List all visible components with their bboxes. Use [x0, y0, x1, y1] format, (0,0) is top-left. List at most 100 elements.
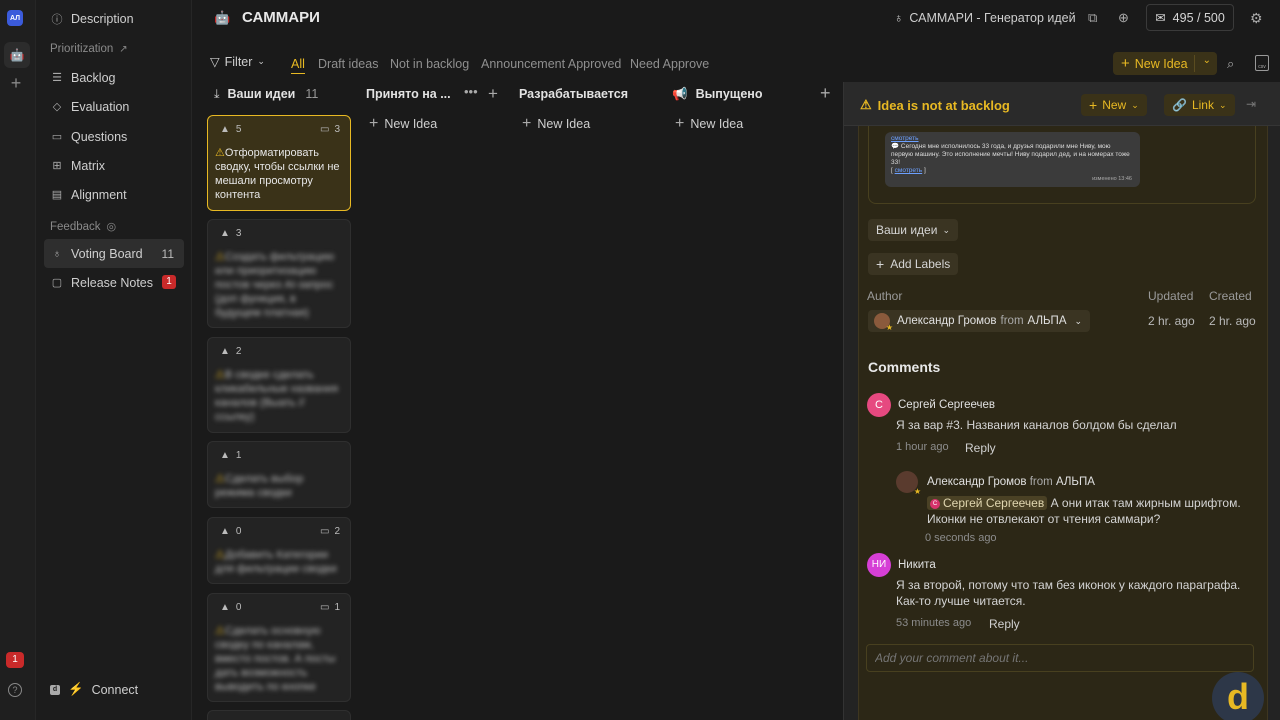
reply-button[interactable]: Reply [965, 441, 996, 455]
idea-card[interactable]: ▲ 0 ▭ 1 ⚠Сделать основную сводку по канала… [207, 593, 351, 702]
idea-text: ⚠В сводке сделать кликабельные названия … [215, 368, 343, 424]
add-project-icon[interactable]: + [8, 74, 24, 92]
vote-count[interactable]: ▲ 2 [220, 346, 241, 357]
sidebar-item-evaluation[interactable]: ◇ Evaluation [44, 92, 184, 121]
panel-header: ⚠ Idea is not at backlog + New ⌄ 🔗 Link … [844, 82, 1280, 126]
new-label: New [1102, 98, 1127, 112]
sidebar-item-label: Questions [71, 129, 128, 144]
new-button[interactable]: + New ⌄ [1081, 94, 1147, 116]
column-new-idea-button[interactable]: + New Idea [522, 115, 591, 132]
voting-board-count: 11 [161, 246, 174, 261]
avatar: НИ [867, 553, 891, 577]
sidebar-item-voting-board[interactable]: ♁ Voting Board 11 [44, 239, 184, 268]
add-column-item-icon[interactable]: + [488, 84, 498, 104]
section-label: Prioritization [50, 43, 114, 55]
plus-icon: + [522, 115, 532, 132]
tab-all[interactable]: All [291, 57, 305, 74]
vote-number: 0 [235, 602, 242, 613]
add-column-icon[interactable]: + [820, 84, 831, 102]
sidebar-item-alignment[interactable]: ▤ Alignment [44, 180, 184, 209]
more-options-icon[interactable]: ••• [464, 84, 478, 99]
vote-count[interactable]: ▲ 5 [220, 124, 241, 135]
vote-count[interactable]: ▲ 0 [220, 602, 241, 613]
sidebar-item-backlog[interactable]: ☰ Backlog [44, 63, 184, 92]
chevron-down-icon[interactable]: ⌄ [1203, 55, 1211, 66]
external-link-icon[interactable]: ↗ [119, 44, 127, 55]
user-mention[interactable]: С Сергей Сергеечев [927, 496, 1048, 510]
globe-icon[interactable]: ⊕ [1118, 10, 1129, 26]
list-icon: ☰ [52, 72, 62, 84]
sidebar-section-feedback: Feedback ◎ [50, 220, 116, 234]
tab-not-in-backlog[interactable]: Not in backlog [390, 57, 469, 71]
status-value: Ваши идеи [876, 223, 938, 237]
add-labels-button[interactable]: + Add Labels [868, 253, 959, 275]
sidebar-item-questions[interactable]: ▭ Questions [44, 122, 184, 151]
idea-card[interactable]: ▲ 0 ▭ 2 ⚠Добавить Категории для фильтрации… [207, 517, 351, 584]
sidebar-item-label: Description [71, 11, 134, 26]
idea-card[interactable]: ▲ 1 ⚠Сделать выбор режима сводки [207, 441, 351, 508]
project-robot-icon[interactable]: 🤖 [4, 42, 30, 68]
column-title: Ваши идеи [227, 87, 296, 101]
email-quota-button[interactable]: ✉ 495 / 500 [1146, 4, 1234, 31]
sidebar-item-label: Evaluation [71, 99, 130, 114]
open-external-icon[interactable]: ⧉ [1088, 10, 1097, 26]
comment-time: 0 seconds ago [925, 532, 997, 544]
gear-icon[interactable]: ⚙ [1250, 10, 1263, 27]
column-new-idea-button[interactable]: + New Idea [675, 116, 743, 132]
vote-count[interactable]: ▲ 3 [220, 228, 241, 239]
column-new-idea-button[interactable]: + New Idea [369, 115, 437, 132]
comment-text: С Сергей Сергеечев А они итак там жирным … [927, 495, 1247, 527]
column-header-in-development[interactable]: Разрабатывается [519, 84, 628, 104]
comment-number: 1 [334, 602, 340, 613]
chevron-down-icon: ⌄ [942, 224, 950, 235]
comment-author: Никита [898, 559, 936, 571]
sidebar-item-matrix[interactable]: ⊞ Matrix [44, 151, 184, 180]
comment-author: Александр Громов from АЛЬПА [927, 476, 1095, 488]
author-select[interactable]: ★ Александр Громов from АЛЬПА ⌄ [868, 310, 1091, 332]
rocket-icon: ⚡ [68, 682, 84, 696]
tab-need-approve[interactable]: Need Approve [630, 57, 709, 71]
upvote-icon: ▲ [220, 526, 230, 537]
portal-link[interactable]: ♁ САММАРИ - Генератор идей [894, 11, 1076, 25]
sidebar-item-description[interactable]: ⓘ Description [44, 4, 184, 33]
notifications-badge[interactable]: 1 [6, 652, 24, 668]
connect-button[interactable]: d ⚡ Connect [50, 682, 138, 697]
csv-export-icon[interactable]: csv [1255, 55, 1269, 71]
column-header-accepted[interactable]: Принято на ... [366, 84, 451, 104]
link-button[interactable]: 🔗 Link ⌄ [1164, 94, 1235, 116]
workspace-avatar[interactable]: АЛ [7, 10, 23, 26]
column-header-your-ideas[interactable]: ⤓ Ваши идеи 11 [214, 84, 318, 104]
vote-count[interactable]: ▲ 0 [220, 526, 241, 537]
brand-logo[interactable]: d [1212, 672, 1264, 720]
tab-draft-ideas[interactable]: Draft ideas [318, 57, 378, 71]
idea-card[interactable]: ▲ 2 ⚠В сводке сделать кликабельные назван… [207, 337, 351, 433]
comment-input[interactable] [866, 644, 1254, 672]
attached-screenshot[interactable]: смотреть 💬 Сегодня мне исполнилось 33 го… [868, 126, 1256, 204]
upvote-icon: ▲ [220, 450, 230, 461]
idea-card[interactable] [207, 710, 351, 720]
idea-card[interactable]: ▲ 3 ⚠Создать фильтрацию или приоритизацию… [207, 219, 351, 328]
idea-card[interactable]: ▲ 5 ▭ 3 ⚠Отформатировать сводку, чтобы ссы… [207, 115, 351, 211]
help-icon[interactable]: ? [8, 683, 22, 697]
comment-author-from: from [1029, 476, 1053, 488]
sidebar-item-label: Backlog [71, 70, 116, 85]
sidebar-item-release-notes[interactable]: ▢ Release Notes 1 [44, 268, 184, 297]
new-idea-label: New Idea [537, 117, 591, 131]
idea-text: ⚠Сделать выбор режима сводки [215, 472, 343, 500]
column-title: Принято на ... [366, 87, 451, 101]
column-header-released[interactable]: 📢 Выпущено [672, 84, 762, 104]
connect-app-icon: d [50, 684, 60, 695]
column-title: Выпущено [695, 87, 763, 101]
close-panel-icon[interactable]: ⇥ [1246, 97, 1256, 111]
sidebar: ⓘ Description Prioritization ↗ ☰ Backlog… [36, 0, 192, 720]
filter-icon: ▽ [210, 55, 220, 69]
new-idea-button[interactable]: + New Idea ⌄ [1113, 52, 1217, 75]
reply-button[interactable]: Reply [989, 617, 1020, 631]
tab-announcement-approved[interactable]: Announcement Approved [481, 57, 621, 71]
vote-count[interactable]: ▲ 1 [220, 450, 241, 461]
plus-icon: + [369, 115, 379, 132]
warning-icon: ⚠ [215, 473, 225, 485]
search-icon[interactable]: ⌕ [1227, 56, 1234, 72]
filter-button[interactable]: ▽ Filter ⌄ [210, 54, 265, 70]
status-select[interactable]: Ваши идеи ⌄ [868, 219, 958, 241]
